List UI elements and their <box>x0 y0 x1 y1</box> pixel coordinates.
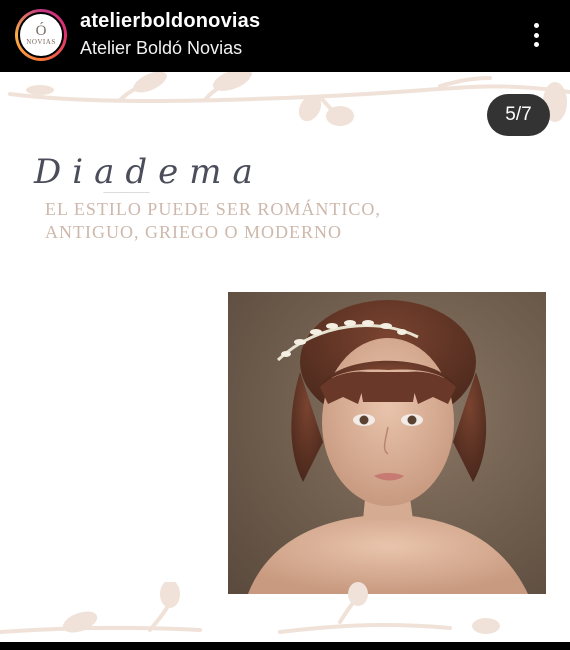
script-title: Diadema <box>34 152 264 193</box>
floral-decoration-top <box>8 72 570 126</box>
post-image[interactable]: 5/7 Diadema El estilo puede ser romántic… <box>0 72 570 642</box>
more-options-icon[interactable] <box>526 20 546 50</box>
username[interactable]: atelierboldonovias <box>80 10 260 33</box>
script-title-text: Diadema <box>34 152 264 192</box>
post-header: Ó NOVIAS atelierboldonovias Atelier Bold… <box>0 0 570 72</box>
floral-decoration-bottom <box>0 582 500 634</box>
bottom-edge <box>0 642 570 650</box>
portrait-illustration <box>248 300 528 594</box>
carousel-counter: 5/7 <box>487 94 550 136</box>
avatar-logo-text: NOVIAS <box>26 38 56 46</box>
avatar-logo-letter: Ó <box>35 23 47 39</box>
script-flourish <box>103 192 150 193</box>
avatar[interactable]: Ó NOVIAS <box>18 12 64 58</box>
bride-portrait-photo <box>228 292 546 594</box>
style-tagline: El estilo puede ser romántico, antiguo, … <box>45 199 381 242</box>
avatar-story-ring[interactable]: Ó NOVIAS <box>15 9 67 61</box>
display-name[interactable]: Atelier Boldó Novias <box>80 38 242 59</box>
